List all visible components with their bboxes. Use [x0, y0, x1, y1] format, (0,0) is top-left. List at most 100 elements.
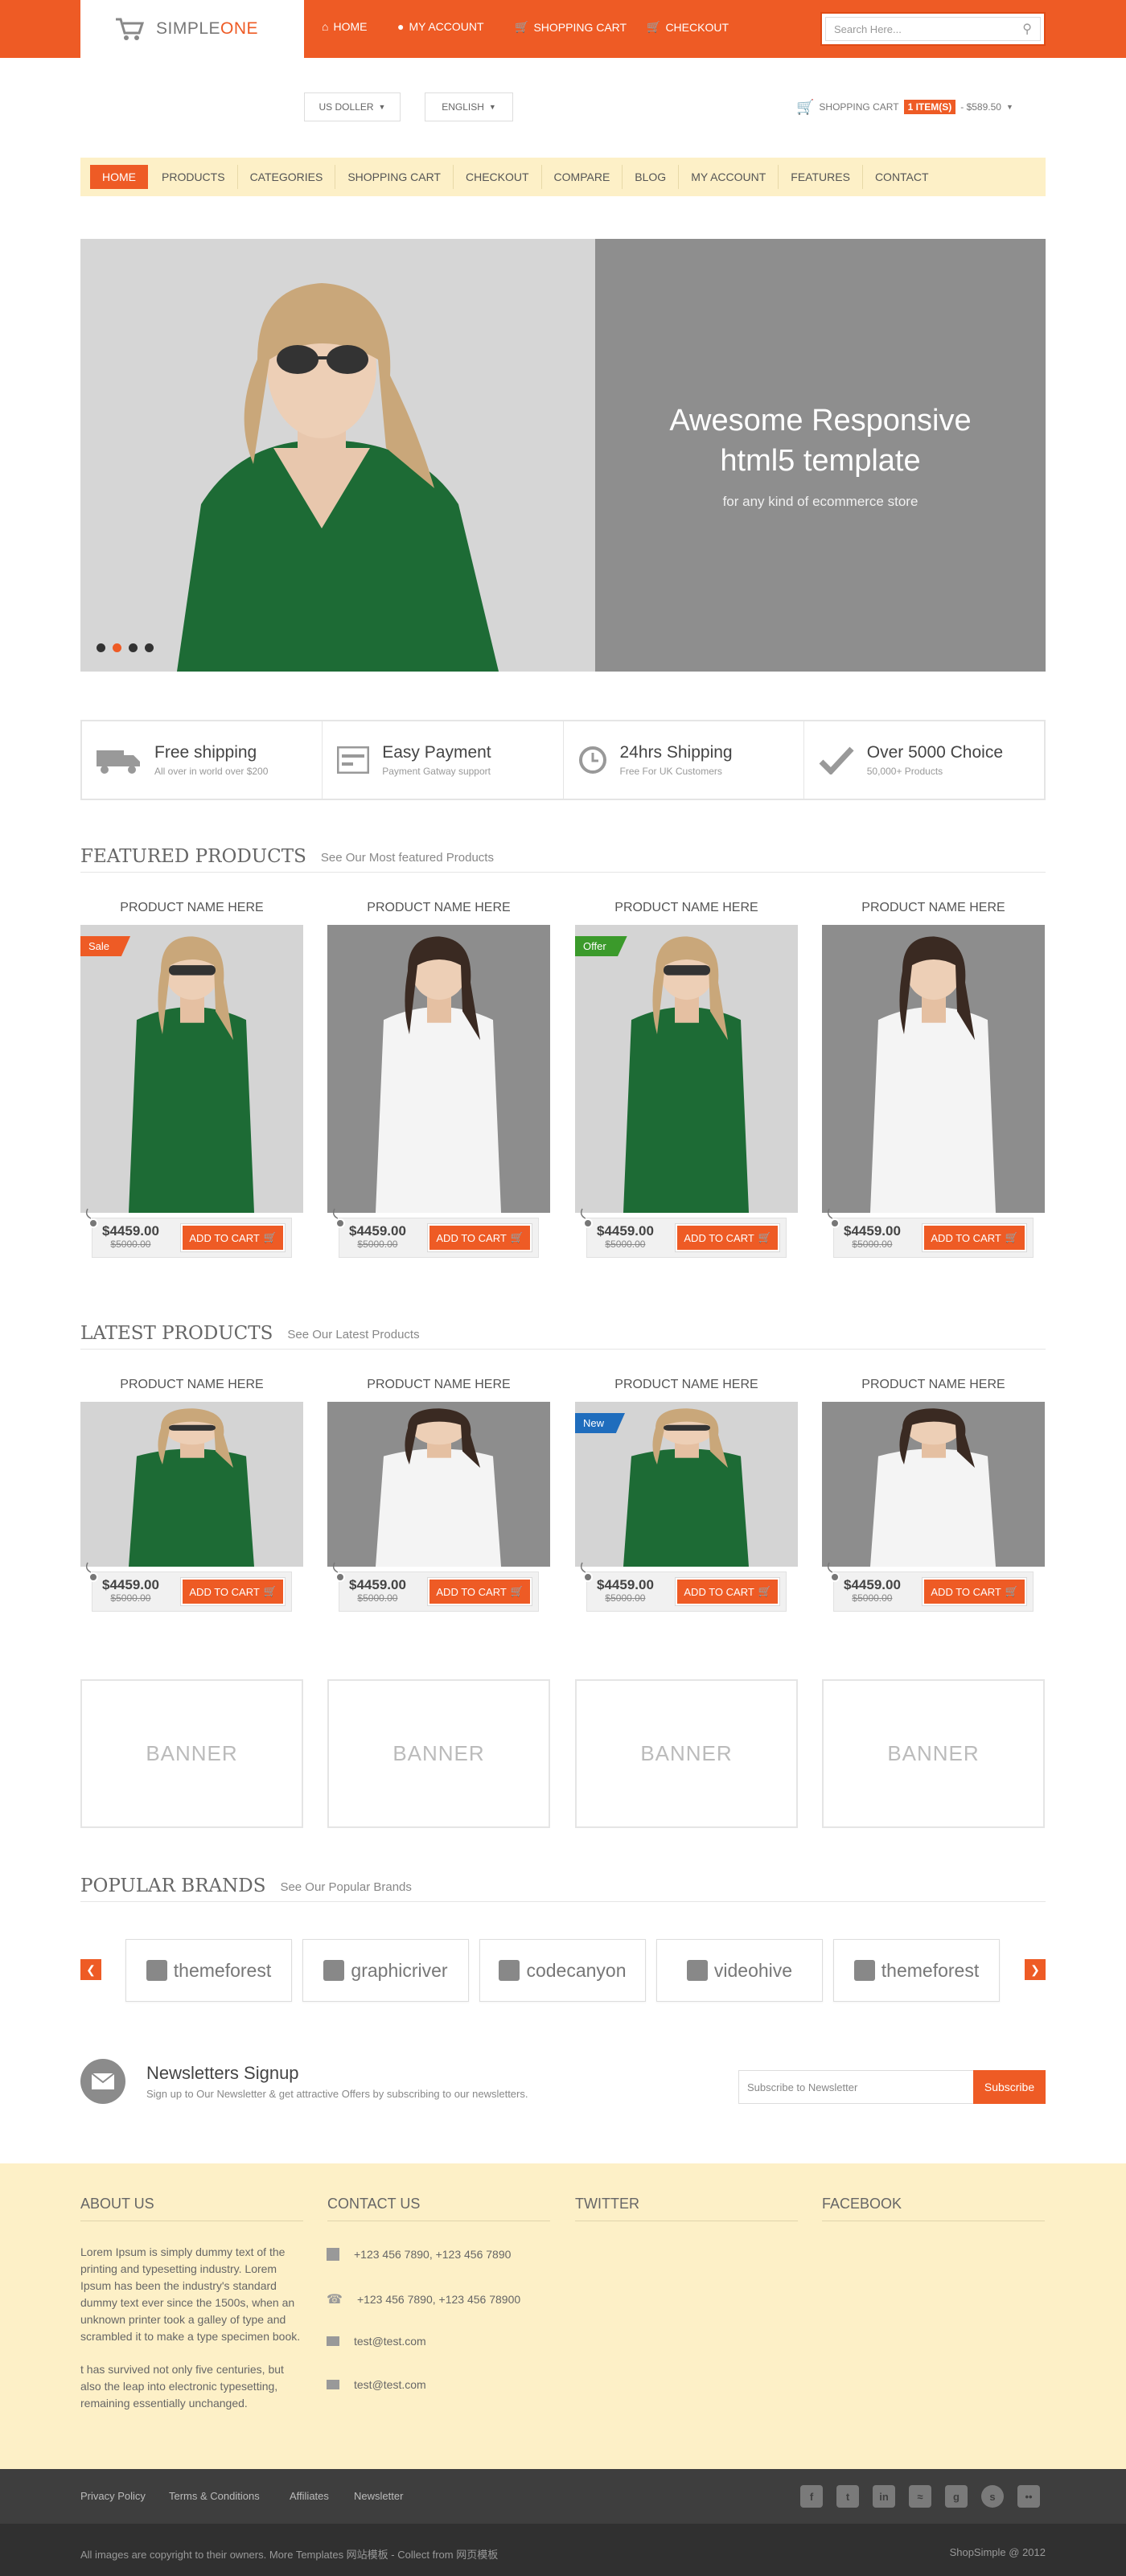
- mail-icon: [327, 2380, 339, 2389]
- add-to-cart-button[interactable]: ADD TO CART 🛒: [180, 1577, 286, 1606]
- add-to-cart-button[interactable]: ADD TO CART 🛒: [922, 1223, 1027, 1252]
- rss-icon[interactable]: ≈: [909, 2485, 931, 2508]
- leaf-icon: [146, 1960, 167, 1981]
- brand-codecanyon[interactable]: codecanyon: [479, 1939, 646, 2002]
- product-card[interactable]: PRODUCT NAME HERE Offer $4459.00 $5000.00…: [575, 901, 798, 1258]
- flickr-icon[interactable]: ••: [1017, 2485, 1040, 2508]
- product-old-price: $5000.00: [357, 1592, 398, 1604]
- hero-caption: Awesome Responsive html5 template for an…: [595, 239, 1046, 672]
- link-privacy-policy[interactable]: Privacy Policy: [80, 2490, 146, 2502]
- truck-icon: [97, 750, 140, 774]
- banner-1[interactable]: BANNER: [80, 1679, 303, 1828]
- product-image[interactable]: [327, 925, 550, 1213]
- link-newsletter[interactable]: Newsletter: [354, 2490, 403, 2502]
- product-name[interactable]: PRODUCT NAME HERE: [80, 1378, 303, 1402]
- product-price-bar: $4459.00 $5000.00 ADD TO CART 🛒: [580, 1562, 787, 1612]
- brand-videohive[interactable]: videohive: [656, 1939, 823, 2002]
- product-image[interactable]: [327, 1402, 550, 1567]
- brand-themeforest[interactable]: themeforest: [125, 1939, 292, 2002]
- banner-4[interactable]: BANNER: [822, 1679, 1045, 1828]
- brands-next-arrow[interactable]: ❯: [1025, 1959, 1046, 1980]
- product-image[interactable]: Offer: [575, 925, 798, 1213]
- brands-prev-arrow[interactable]: ❮: [80, 1959, 101, 1980]
- currency-select[interactable]: US DOLLER ▼: [304, 92, 401, 121]
- product-image[interactable]: New: [575, 1402, 798, 1567]
- brand-graphicriver[interactable]: graphicriver: [302, 1939, 469, 2002]
- hero-image: [80, 239, 595, 672]
- add-to-cart-button[interactable]: ADD TO CART 🛒: [427, 1577, 532, 1606]
- product-card[interactable]: PRODUCT NAME HERE $4459.00 $5000.00 ADD T…: [327, 1378, 550, 1612]
- product-card[interactable]: PRODUCT NAME HERE Sale $4459.00 $5000.00 …: [80, 901, 303, 1258]
- price-tag-icon: [827, 1208, 840, 1228]
- add-to-cart-button[interactable]: ADD TO CART 🛒: [427, 1223, 532, 1252]
- product-name[interactable]: PRODUCT NAME HERE: [575, 1378, 798, 1402]
- nav-my-account[interactable]: MY ACCOUNT: [679, 165, 779, 189]
- hero-slider[interactable]: Awesome Responsive html5 template for an…: [80, 239, 1046, 672]
- link-terms[interactable]: Terms & Conditions: [169, 2490, 260, 2502]
- logo[interactable]: SIMPLEONE: [80, 0, 304, 58]
- brand-themeforest-2[interactable]: themeforest: [833, 1939, 1000, 2002]
- product-image[interactable]: Sale: [80, 925, 303, 1213]
- link-affiliates[interactable]: Affiliates: [290, 2490, 329, 2502]
- product-name[interactable]: PRODUCT NAME HERE: [822, 1378, 1045, 1402]
- price-tag-icon: [85, 1208, 98, 1228]
- add-to-cart-button[interactable]: ADD TO CART 🛒: [180, 1223, 286, 1252]
- linkedin-icon[interactable]: in: [873, 2485, 895, 2508]
- nav-products[interactable]: PRODUCTS: [150, 165, 238, 189]
- product-image[interactable]: [822, 925, 1045, 1213]
- contact-email-1[interactable]: test@test.com: [327, 2335, 426, 2348]
- contact-email-2[interactable]: test@test.com: [327, 2378, 426, 2391]
- top-link-checkout[interactable]: 🛒 CHECKOUT: [647, 20, 729, 34]
- slider-dot-3[interactable]: [129, 643, 138, 652]
- product-name[interactable]: PRODUCT NAME HERE: [80, 901, 303, 925]
- nav-categories[interactable]: CATEGORIES: [238, 165, 336, 189]
- nav-checkout[interactable]: CHECKOUT: [454, 165, 542, 189]
- product-price-bar: $4459.00 $5000.00 ADD TO CART 🛒: [827, 1562, 1034, 1612]
- product-image[interactable]: [822, 1402, 1045, 1567]
- banner-3[interactable]: BANNER: [575, 1679, 798, 1828]
- nav-blog[interactable]: BLOG: [623, 165, 680, 189]
- nav-contact[interactable]: CONTACT: [863, 165, 941, 189]
- slider-dot-2[interactable]: [113, 643, 121, 652]
- caret-down-icon: ▼: [1005, 103, 1013, 111]
- product-card[interactable]: PRODUCT NAME HERE $4459.00 $5000.00 ADD T…: [822, 1378, 1045, 1612]
- google-icon[interactable]: g: [945, 2485, 968, 2508]
- add-to-cart-button[interactable]: ADD TO CART 🛒: [922, 1577, 1027, 1606]
- facebook-icon[interactable]: f: [800, 2485, 823, 2508]
- search-input[interactable]: Search Here... ⚲: [825, 17, 1041, 41]
- nav-shopping-cart[interactable]: SHOPPING CART: [335, 165, 454, 189]
- banner-2[interactable]: BANNER: [327, 1679, 550, 1828]
- nav-features[interactable]: FEATURES: [779, 165, 863, 189]
- product-image[interactable]: [80, 1402, 303, 1567]
- top-link-home[interactable]: ⌂ HOME: [322, 20, 367, 33]
- leaf-icon: [323, 1960, 345, 1981]
- footer-about-text: Lorem Ipsum is simply dummy text of the …: [80, 2245, 301, 2410]
- top-link-cart[interactable]: 🛒 SHOPPING CART: [515, 20, 627, 34]
- skype-icon[interactable]: s: [981, 2485, 1004, 2508]
- product-name[interactable]: PRODUCT NAME HERE: [822, 901, 1045, 925]
- product-name[interactable]: PRODUCT NAME HERE: [575, 901, 798, 925]
- product-card[interactable]: PRODUCT NAME HERE New $4459.00 $5000.00 A…: [575, 1378, 798, 1612]
- add-to-cart-button[interactable]: ADD TO CART 🛒: [675, 1577, 780, 1606]
- product-name[interactable]: PRODUCT NAME HERE: [327, 1378, 550, 1402]
- product-card[interactable]: PRODUCT NAME HERE $4459.00 $5000.00 ADD T…: [80, 1378, 303, 1612]
- contact-phone-2: ☎ +123 456 7890, +123 456 78900: [327, 2293, 521, 2307]
- copyright-text: All images are copyright to their owners…: [80, 2549, 499, 2561]
- slider-dot-4[interactable]: [145, 643, 154, 652]
- nav-home[interactable]: HOME: [90, 165, 148, 189]
- language-select[interactable]: ENGLISH ▼: [425, 92, 513, 121]
- add-to-cart-button[interactable]: ADD TO CART 🛒: [675, 1223, 780, 1252]
- search-icon[interactable]: ⚲: [1022, 21, 1032, 37]
- top-link-account[interactable]: ● MY ACCOUNT: [397, 20, 484, 33]
- newsletter-email-input[interactable]: Subscribe to Newsletter: [738, 2070, 974, 2104]
- subscribe-button[interactable]: Subscribe: [973, 2070, 1046, 2104]
- product-name[interactable]: PRODUCT NAME HERE: [327, 901, 550, 925]
- mini-cart[interactable]: 🛒 SHOPPING CART 1 ITEM(S) - $589.50 ▼: [796, 95, 1013, 119]
- twitter-icon[interactable]: t: [836, 2485, 859, 2508]
- check-icon: [819, 746, 854, 774]
- nav-compare[interactable]: COMPARE: [542, 165, 623, 189]
- product-card[interactable]: PRODUCT NAME HERE $4459.00 $5000.00 ADD T…: [822, 901, 1045, 1258]
- slider-dot-1[interactable]: [97, 643, 105, 652]
- phone-icon: ☎: [327, 2293, 343, 2307]
- product-card[interactable]: PRODUCT NAME HERE $4459.00 $5000.00 ADD T…: [327, 901, 550, 1258]
